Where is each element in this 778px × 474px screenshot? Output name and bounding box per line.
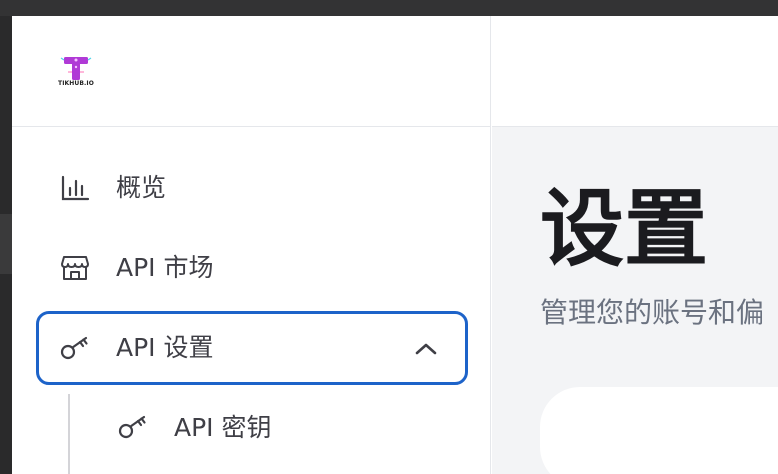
chevron-up-icon[interactable] <box>413 337 439 361</box>
page-subtitle: 管理您的账号和偏 <box>540 296 765 329</box>
key-icon <box>118 415 146 439</box>
app-window: TIKHUB.IO 概览 API 市场 API 设置 API 密钥 设置 管理您… <box>12 16 778 474</box>
window-left-edge <box>0 16 12 474</box>
bar-chart-icon <box>61 175 90 201</box>
tikhub-logo[interactable]: TIKHUB.IO <box>56 54 96 92</box>
settings-card <box>540 387 778 474</box>
main-header <box>492 16 778 127</box>
sidebar-item-label: 概览 <box>116 173 167 202</box>
logo-area: TIKHUB.IO <box>12 16 491 127</box>
window-top-bar <box>0 0 778 16</box>
sidebar-item-api-market[interactable]: API 市场 <box>36 232 468 304</box>
sidebar-item-label: API 市场 <box>116 253 214 282</box>
page-title: 设置 <box>540 180 709 278</box>
sidebar-subitem-api-keys[interactable]: API 密钥 <box>112 392 442 464</box>
submenu-guide-line <box>68 394 70 474</box>
sidebar-item-label: API 设置 <box>116 333 214 362</box>
sidebar-subitem-label: API 密钥 <box>174 413 272 442</box>
key-icon <box>60 336 88 360</box>
sidebar-item-api-settings[interactable]: API 设置 <box>36 311 468 385</box>
sidebar: TIKHUB.IO 概览 API 市场 API 设置 API 密钥 <box>12 16 491 474</box>
left-edge-notch <box>0 214 12 274</box>
sidebar-item-overview[interactable]: 概览 <box>36 152 468 224</box>
logo-text: TIKHUB.IO <box>58 80 94 87</box>
main-content: 设置 管理您的账号和偏 <box>492 127 778 474</box>
logo-icon <box>60 57 92 80</box>
storefront-icon <box>61 256 89 280</box>
